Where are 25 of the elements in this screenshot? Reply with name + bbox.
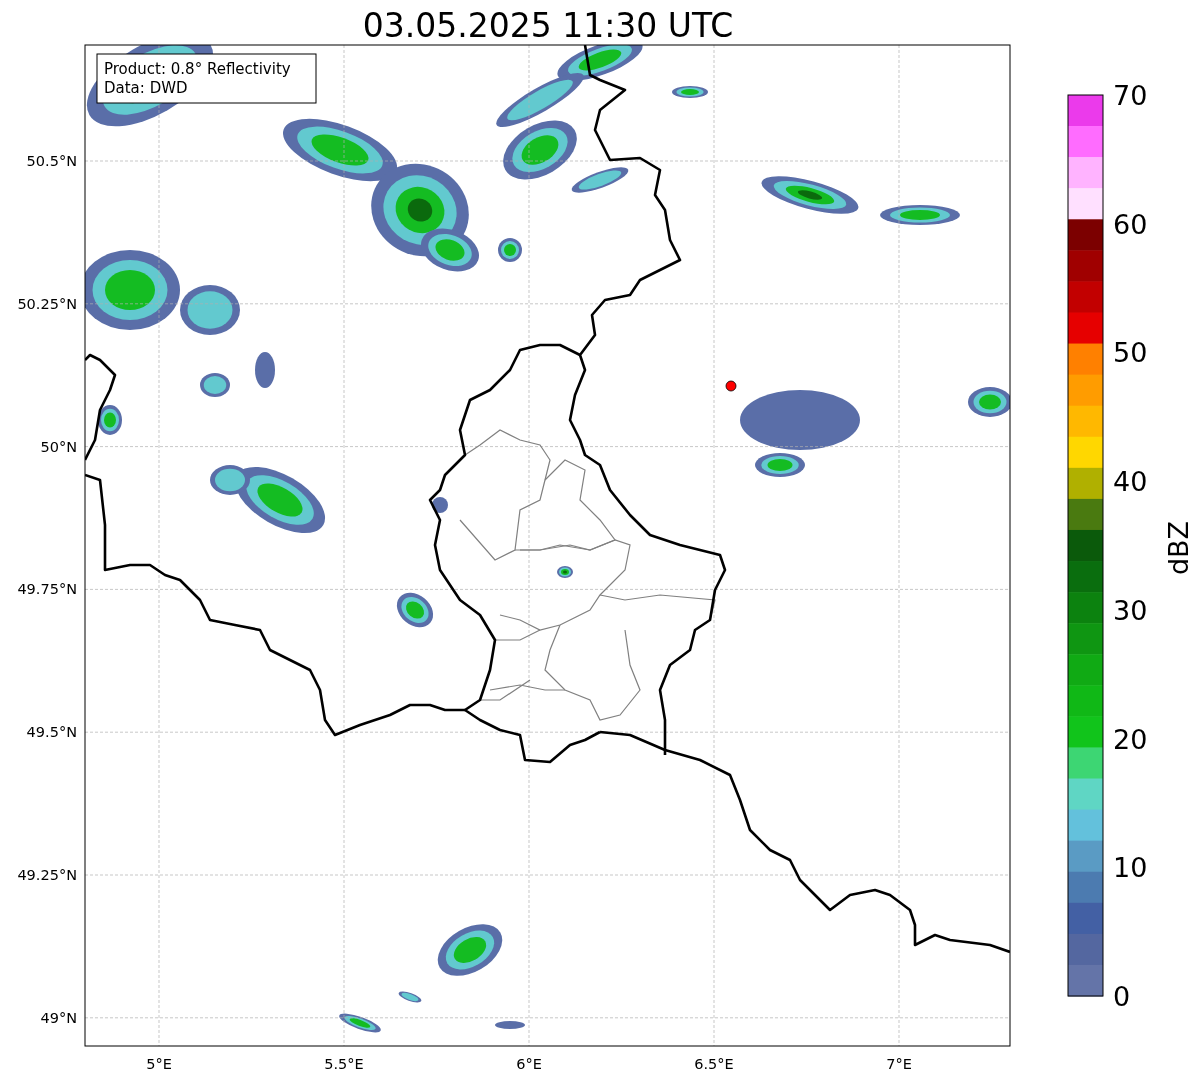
x-tick-label: 7°E (886, 1056, 912, 1072)
x-tick-label: 5°E (146, 1056, 172, 1072)
colorbar-tick-label: 0 (1113, 981, 1131, 1012)
colorbar-tick-label: 30 (1113, 594, 1148, 626)
chart-title: 03.05.2025 11:30 UTC (362, 6, 734, 45)
colorbar-tick-label: 50 (1113, 337, 1148, 369)
colorbar-tick-label: 40 (1113, 466, 1148, 498)
info-text: Product: 0.8° Reflectivity (104, 60, 291, 78)
colorbar-label: dBZ (1163, 520, 1194, 576)
x-tick-label: 5.5°E (324, 1056, 364, 1072)
colorbar-tick-label: 10 (1113, 852, 1148, 884)
y-tick-label: 50°N (40, 438, 77, 455)
colorbar-tick-label: 20 (1113, 723, 1148, 755)
x-tick-label: 6°E (516, 1056, 542, 1072)
radar-site-marker (725, 380, 737, 392)
y-tick-label: 50.25°N (17, 295, 77, 312)
colorbar-tick-label: 60 (1113, 208, 1148, 240)
y-tick-label: 49.25°N (17, 867, 77, 883)
y-tick-label: 49.5°N (26, 724, 77, 741)
info-text: Data: DWD (104, 79, 188, 97)
y-tick-label: 50.5°N (26, 153, 77, 169)
y-tick-label: 49°N (40, 1009, 77, 1026)
colorbar-tick-label: 70 (1113, 80, 1148, 111)
x-tick-label: 6.5°E (694, 1056, 734, 1072)
y-tick-label: 49.75°N (17, 581, 77, 598)
